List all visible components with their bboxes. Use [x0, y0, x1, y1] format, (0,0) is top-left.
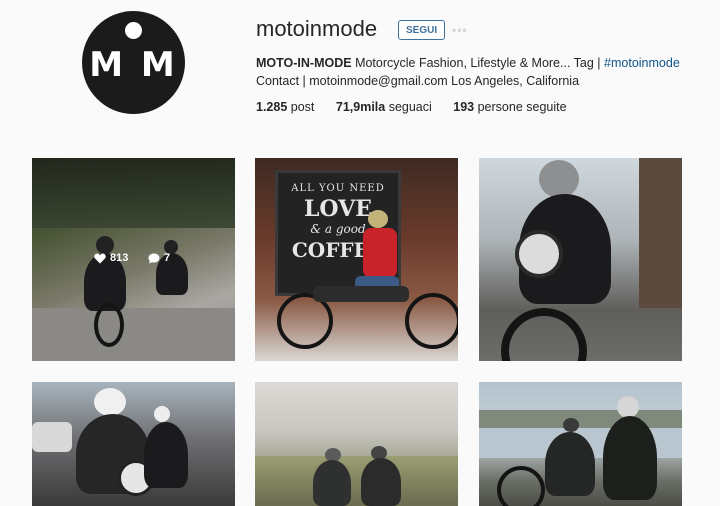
- motorcycle-wheel: [501, 308, 587, 361]
- rider-helmet: [617, 396, 639, 418]
- motorcycle-headlight: [515, 230, 563, 278]
- avatar-logo-dot: [125, 22, 142, 39]
- post-thumbnail[interactable]: [479, 158, 682, 361]
- forest-background: [32, 158, 235, 228]
- post-hover-overlay: 813 7: [32, 246, 235, 270]
- motorcycle-wheel: [405, 293, 458, 349]
- rider-helmet: [368, 210, 388, 228]
- profile-stats: 1.285 post 71,9mila seguaci 193 persone …: [256, 100, 585, 114]
- likes-count: 813: [94, 252, 128, 264]
- tree-line: [479, 410, 682, 428]
- stat-followers[interactable]: 71,9mila seguaci: [336, 100, 432, 114]
- post-thumbnail[interactable]: [32, 382, 235, 506]
- post-thumbnail[interactable]: ALL YOU NEED LOVE & a good COFFEE: [255, 158, 458, 361]
- stat-posts: 1.285 post: [256, 100, 315, 114]
- red-jacket: [363, 228, 397, 278]
- rider-helmet: [539, 160, 579, 198]
- post-thumbnail[interactable]: [479, 382, 682, 506]
- avatar-logo-text: M M: [89, 45, 178, 85]
- field: [255, 456, 458, 506]
- rider: [313, 460, 351, 506]
- road: [32, 308, 235, 361]
- follow-button[interactable]: SEGUI: [398, 20, 446, 40]
- rider: [361, 458, 401, 506]
- rider: [545, 432, 595, 496]
- rider: [144, 422, 188, 488]
- bio-line-1: MOTO-IN-MODE Motorcycle Fashion, Lifesty…: [256, 56, 680, 70]
- post-thumbnail[interactable]: [255, 382, 458, 506]
- parked-car: [32, 422, 72, 452]
- stat-following[interactable]: 193 persone seguite: [453, 100, 566, 114]
- rider-helmet: [563, 418, 579, 432]
- motorcycle-wheel: [94, 303, 124, 347]
- motorcycle-body: [313, 286, 409, 302]
- bio-hashtag[interactable]: #motoinmode: [604, 56, 680, 70]
- post-thumbnail[interactable]: 813 7: [32, 158, 235, 361]
- comment-icon: [148, 253, 160, 263]
- bio-text: Motorcycle Fashion, Lifestyle & More... …: [351, 56, 605, 70]
- rider-helmet: [94, 388, 126, 416]
- bio-name: MOTO-IN-MODE: [256, 56, 352, 70]
- more-icon[interactable]: ◦◦◦: [452, 23, 468, 37]
- motorcycle-wheel: [497, 466, 545, 506]
- username: motoinmode: [256, 16, 378, 41]
- comments-count: 7: [148, 252, 170, 264]
- chalkboard-text-1: ALL YOU NEED: [291, 183, 385, 194]
- building-wall: [639, 158, 682, 308]
- profile-avatar[interactable]: M M: [82, 11, 185, 114]
- bio-line-2: Contact | motoinmode@gmail.com Los Angel…: [256, 74, 580, 88]
- rider-helmet: [154, 406, 170, 422]
- heart-icon: [94, 253, 106, 263]
- rider: [603, 416, 657, 500]
